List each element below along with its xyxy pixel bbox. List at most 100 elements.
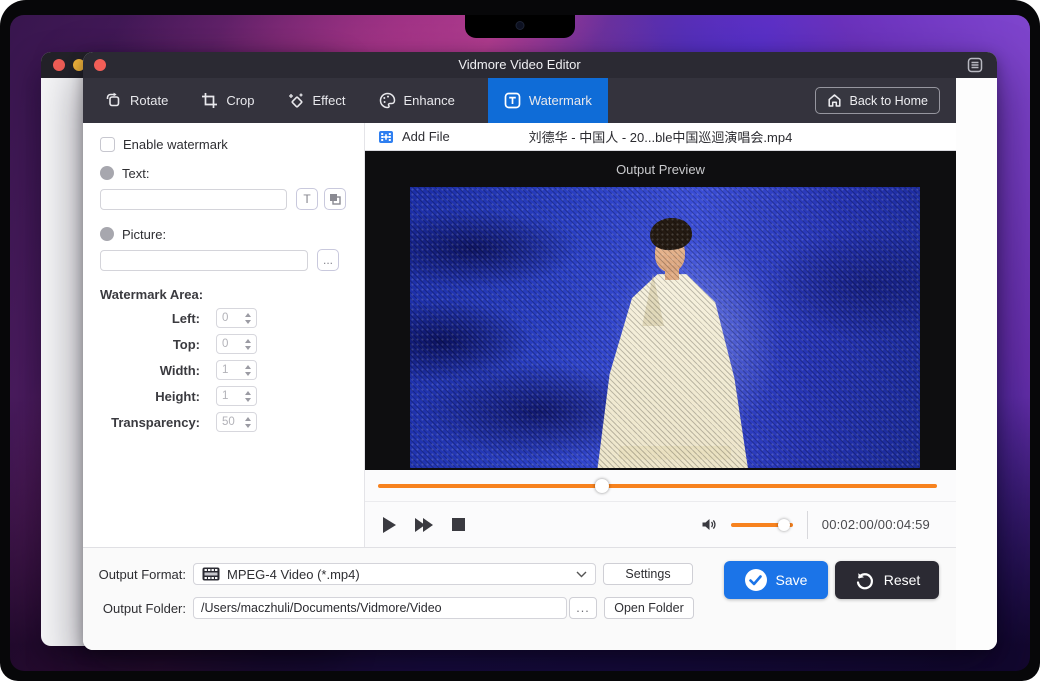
back-to-home-button[interactable]: Back to Home bbox=[815, 87, 940, 114]
field-row-width: Width: 1 bbox=[100, 360, 364, 380]
left-value: 0 bbox=[217, 312, 242, 324]
tab-rotate[interactable]: Rotate bbox=[105, 78, 168, 123]
check-icon bbox=[745, 569, 767, 591]
width-spinner[interactable]: 1 bbox=[216, 360, 257, 380]
font-button[interactable]: T bbox=[296, 188, 318, 210]
fast-forward-button[interactable] bbox=[415, 518, 433, 532]
folder-browse-button[interactable]: ... bbox=[569, 597, 597, 619]
sidebar-panel-icon[interactable] bbox=[967, 57, 983, 73]
field-row-top: Top: 0 bbox=[100, 334, 364, 354]
screenshot-stage: Vidmore Video Editor Rotate bbox=[0, 0, 1040, 681]
text-label: Text: bbox=[122, 166, 149, 181]
spinner-down-icon[interactable] bbox=[245, 346, 251, 350]
toolbar: Rotate Crop bbox=[83, 78, 956, 123]
tab-crop[interactable]: Crop bbox=[201, 78, 254, 123]
output-preview-area: Output Preview bbox=[365, 151, 956, 470]
tab-bar: Rotate Crop bbox=[83, 78, 608, 123]
spinner-up-icon[interactable] bbox=[245, 391, 251, 395]
camera-notch bbox=[465, 15, 575, 38]
effect-icon bbox=[288, 92, 305, 109]
chevron-down-icon bbox=[576, 571, 587, 578]
spinner-down-icon[interactable] bbox=[245, 424, 251, 428]
transparency-field-label: Transparency: bbox=[100, 415, 200, 430]
tab-effect[interactable]: Effect bbox=[288, 78, 346, 123]
add-file-button[interactable]: Add File bbox=[365, 129, 450, 145]
tab-watermark[interactable]: Watermark bbox=[488, 78, 608, 123]
tab-label: Effect bbox=[313, 93, 346, 108]
transparency-value: 50 bbox=[217, 416, 242, 428]
output-section: Output Format: MPEG-4 Video (*.mp4) bbox=[83, 547, 956, 650]
tab-enhance[interactable]: Enhance bbox=[379, 78, 455, 123]
time-display: 00:02:00/00:04:59 bbox=[822, 517, 930, 532]
reset-icon bbox=[854, 570, 875, 591]
output-folder-input[interactable] bbox=[193, 597, 567, 619]
rotate-icon bbox=[105, 92, 122, 109]
field-row-left: Left: 0 bbox=[100, 308, 364, 328]
top-spinner[interactable]: 0 bbox=[216, 334, 257, 354]
settings-button[interactable]: Settings bbox=[603, 563, 693, 585]
spinner-down-icon[interactable] bbox=[245, 372, 251, 376]
ellipsis-label: ... bbox=[323, 253, 333, 267]
seek-bar-row bbox=[365, 470, 956, 501]
singer-lapel bbox=[642, 274, 664, 326]
text-radio[interactable] bbox=[100, 166, 114, 180]
watermark-picture-input[interactable] bbox=[100, 250, 308, 271]
playback-controls: 00:02:00/00:04:59 bbox=[365, 501, 956, 547]
spinner-up-icon[interactable] bbox=[245, 365, 251, 369]
spinner-down-icon[interactable] bbox=[245, 320, 251, 324]
save-button[interactable]: Save bbox=[724, 561, 828, 599]
font-color-button[interactable] bbox=[324, 188, 346, 210]
divider bbox=[807, 511, 808, 539]
mpeg-format-icon bbox=[202, 567, 220, 581]
watermark-text-icon bbox=[504, 92, 521, 109]
seek-slider[interactable] bbox=[378, 484, 937, 488]
width-value: 1 bbox=[217, 364, 242, 376]
titlebar[interactable]: Vidmore Video Editor bbox=[83, 52, 997, 78]
home-icon bbox=[827, 93, 842, 108]
top-value: 0 bbox=[217, 338, 242, 350]
output-format-dropdown[interactable]: MPEG-4 Video (*.mp4) bbox=[193, 563, 596, 585]
height-spinner[interactable]: 1 bbox=[216, 386, 257, 406]
singer-suit bbox=[594, 274, 754, 468]
video-frame[interactable] bbox=[410, 187, 920, 468]
reset-button[interactable]: Reset bbox=[835, 561, 939, 599]
enable-watermark-checkbox[interactable] bbox=[100, 137, 115, 152]
open-folder-button[interactable]: Open Folder bbox=[604, 597, 694, 619]
settings-label: Settings bbox=[625, 567, 670, 581]
app-window: Vidmore Video Editor Rotate bbox=[83, 52, 997, 650]
camera-icon bbox=[517, 22, 524, 29]
spinner-up-icon[interactable] bbox=[245, 313, 251, 317]
transparency-spinner[interactable]: 50 bbox=[216, 412, 257, 432]
layers-icon bbox=[329, 193, 341, 205]
output-format-value: MPEG-4 Video (*.mp4) bbox=[227, 567, 360, 582]
left-spinner[interactable]: 0 bbox=[216, 308, 257, 328]
spinner-down-icon[interactable] bbox=[245, 398, 251, 402]
volume-slider[interactable] bbox=[731, 523, 793, 527]
window-title: Vidmore Video Editor bbox=[83, 52, 956, 78]
stop-button[interactable] bbox=[452, 518, 465, 531]
width-field-label: Width: bbox=[100, 363, 200, 378]
picture-label: Picture: bbox=[122, 227, 166, 242]
tab-label: Watermark bbox=[529, 93, 592, 108]
add-file-icon bbox=[378, 129, 394, 145]
speaker-icon[interactable] bbox=[701, 517, 717, 532]
watermark-text-input[interactable] bbox=[100, 189, 287, 210]
enable-watermark-label: Enable watermark bbox=[123, 137, 228, 152]
play-button[interactable] bbox=[383, 517, 396, 533]
singer-neck bbox=[665, 268, 679, 280]
file-bar: 刘德华 - 中国人 - 20...ble中国巡迴演唱会.mp4 Add File bbox=[365, 123, 956, 151]
picture-browse-button[interactable]: ... bbox=[317, 249, 339, 271]
height-value: 1 bbox=[217, 390, 242, 402]
picture-radio[interactable] bbox=[100, 227, 114, 241]
volume-thumb[interactable] bbox=[778, 519, 790, 531]
spinner-up-icon[interactable] bbox=[245, 339, 251, 343]
close-button[interactable] bbox=[53, 59, 65, 71]
seek-thumb[interactable] bbox=[595, 479, 609, 493]
tab-label: Crop bbox=[226, 93, 254, 108]
current-file-name: 刘德华 - 中国人 - 20...ble中国巡迴演唱会.mp4 bbox=[365, 127, 956, 146]
font-t-glyph: T bbox=[303, 192, 310, 206]
spinner-up-icon[interactable] bbox=[245, 417, 251, 421]
reset-label: Reset bbox=[884, 572, 921, 588]
left-field-label: Left: bbox=[100, 311, 200, 326]
output-folder-label: Output Folder: bbox=[83, 601, 186, 616]
